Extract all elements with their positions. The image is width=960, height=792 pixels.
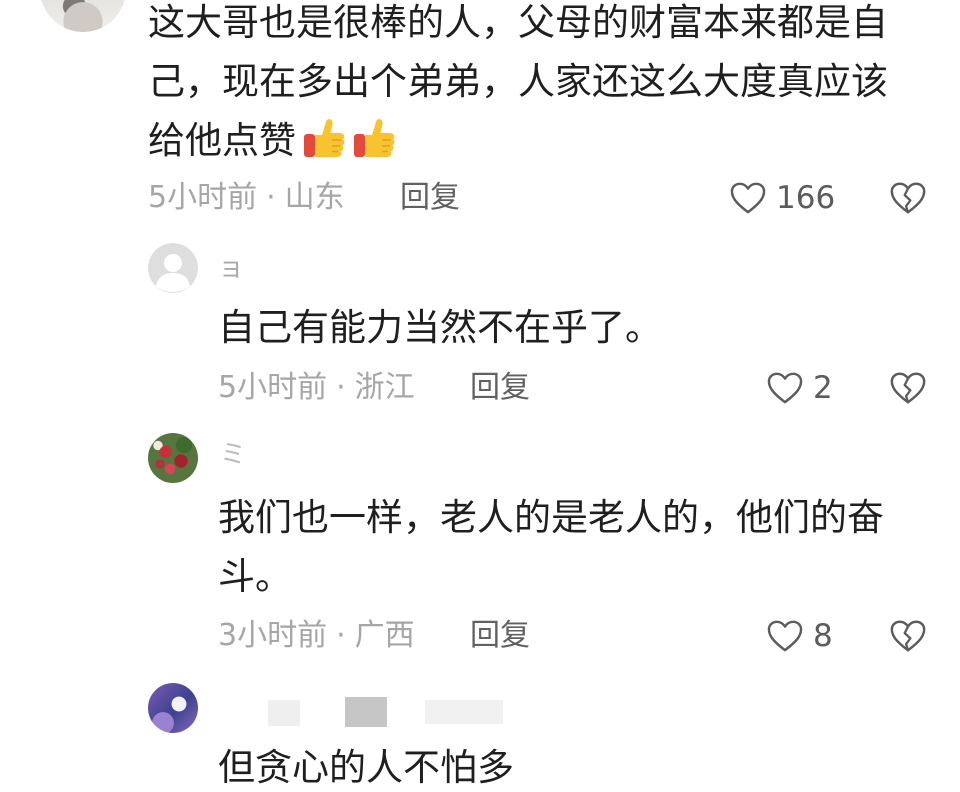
dislike-button[interactable] xyxy=(889,180,927,216)
avatar[interactable] xyxy=(148,243,198,293)
comment-location: 广西 xyxy=(354,618,415,653)
like-count: 8 xyxy=(813,618,833,654)
heart-outline-icon xyxy=(767,372,803,404)
dislike-button[interactable] xyxy=(889,618,927,654)
comment-location: 山东 xyxy=(284,180,345,215)
meta-separator: · xyxy=(266,180,276,215)
comment-meta: 5小时前 · 山东 xyxy=(148,178,345,218)
redacted-username-block xyxy=(268,700,300,726)
comment-time: 5小时前 xyxy=(218,370,328,405)
comment-text: 这大哥也是很棒的人，父母的财富本来都是自己，现在多出个弟弟，人家还这么大度真应该… xyxy=(148,0,898,170)
avatar[interactable] xyxy=(148,683,198,733)
reply-button[interactable]: 回复 xyxy=(400,178,460,218)
comment-time: 3小时前 xyxy=(218,618,328,653)
redacted-username-block xyxy=(425,700,503,724)
like-count: 2 xyxy=(813,370,833,406)
reply-button[interactable]: 回复 xyxy=(470,616,530,656)
like-button[interactable]: 2 xyxy=(766,368,833,408)
thumbs-up-icon xyxy=(352,116,396,160)
meta-separator: · xyxy=(336,618,346,653)
comment-location: 浙江 xyxy=(354,370,415,405)
default-user-avatar-icon xyxy=(148,243,198,293)
comment-text: 自己有能力当然不在乎了。 xyxy=(218,306,662,349)
redacted-username-block xyxy=(345,697,387,727)
username[interactable]: ミ xyxy=(220,439,246,471)
like-button[interactable]: 166 xyxy=(729,178,835,218)
avatar[interactable] xyxy=(40,0,126,32)
heart-outline-icon xyxy=(767,620,803,652)
heart-outline-icon xyxy=(730,182,766,214)
comment-text: 我们也一样，老人的是老人的，他们的奋斗。 xyxy=(218,496,884,598)
like-count: 166 xyxy=(776,180,836,216)
broken-heart-icon xyxy=(890,182,926,214)
meta-separator: · xyxy=(336,370,346,405)
avatar-photo xyxy=(40,0,126,32)
comment-time: 5小时前 xyxy=(148,180,258,215)
dislike-button[interactable] xyxy=(889,370,927,406)
username[interactable]: ョ xyxy=(218,252,244,284)
comment-text: 但贪心的人不怕多 xyxy=(218,746,514,789)
comment-text-content: 这大哥也是很棒的人，父母的财富本来都是自己，现在多出个弟弟，人家还这么大度真应该… xyxy=(148,1,888,162)
avatar[interactable] xyxy=(148,433,198,483)
broken-heart-icon xyxy=(890,372,926,404)
like-button[interactable]: 8 xyxy=(766,616,833,656)
broken-heart-icon xyxy=(890,620,926,652)
thumbs-up-icon xyxy=(302,116,346,160)
comment-meta: 5小时前 · 浙江 xyxy=(218,368,415,408)
comment-meta: 3小时前 · 广西 xyxy=(218,616,415,656)
reply-button[interactable]: 回复 xyxy=(470,368,530,408)
